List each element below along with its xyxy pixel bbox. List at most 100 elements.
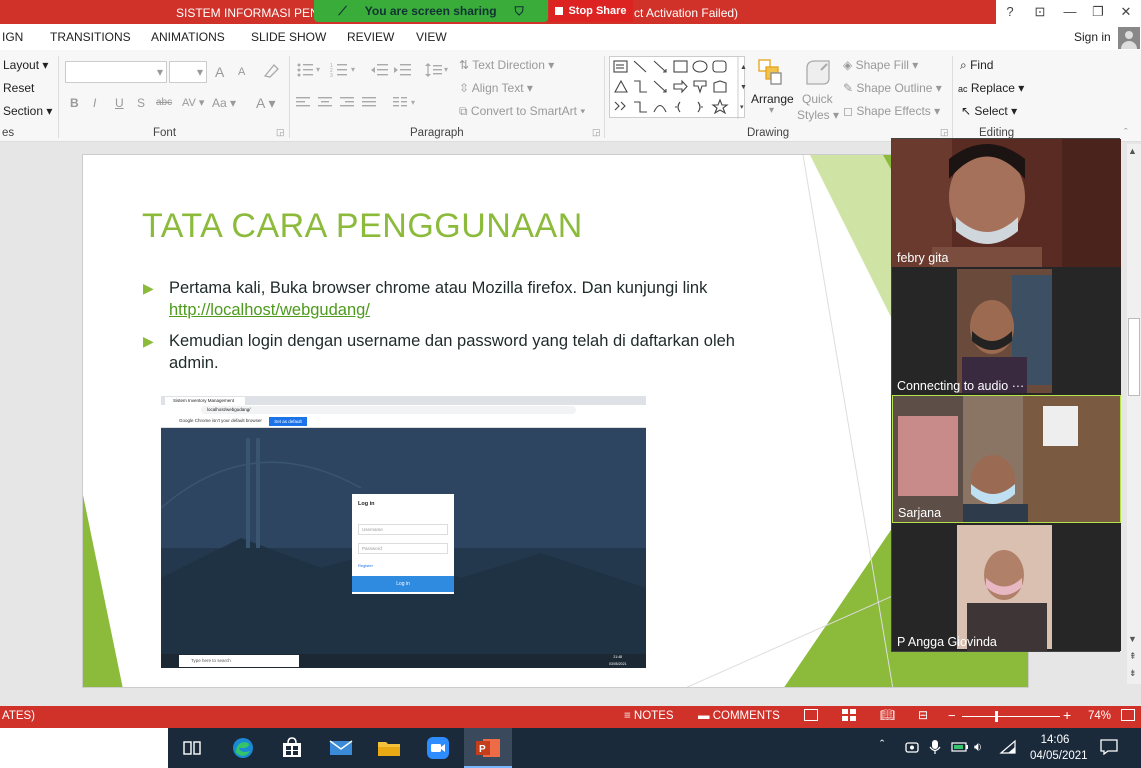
dialog-launcher-icon[interactable]: ◲: [592, 127, 601, 138]
tab-animations[interactable]: ANIMATIONS: [151, 30, 225, 44]
tab-view[interactable]: VIEW: [416, 30, 447, 44]
reset-button[interactable]: Reset: [3, 81, 34, 95]
slideshow-icon[interactable]: ⊟: [918, 708, 928, 722]
grow-font-button[interactable]: A: [215, 64, 224, 80]
text-direction-button[interactable]: ⇅ Text Direction ▾: [459, 58, 554, 72]
edge-icon[interactable]: [228, 734, 258, 762]
zoom-app-icon[interactable]: [423, 734, 453, 762]
quick-styles-button[interactable]: Quick: [802, 92, 833, 106]
bullet-item-2[interactable]: Kemudian login dengan username dan passw…: [169, 330, 809, 374]
font-name-combo[interactable]: ▾: [65, 61, 167, 83]
scroll-up-arrow-icon[interactable]: ▲: [1128, 146, 1137, 156]
taskbar-clock[interactable]: 14:06 04/05/2021: [1030, 732, 1088, 764]
mail-icon[interactable]: [326, 734, 356, 762]
slide-title[interactable]: TATA CARA PENGGUNAAN: [142, 207, 583, 246]
volume-icon[interactable]: 🔉︎: [974, 739, 982, 755]
task-view-icon[interactable]: [177, 734, 207, 762]
video-tile[interactable]: febry gita: [892, 139, 1121, 267]
shape-fill-button[interactable]: ◈ Shape Fill ▾: [843, 58, 918, 72]
columns-icon[interactable]: ▾: [393, 96, 421, 113]
arrange-icon[interactable]: [757, 58, 785, 91]
zoom-slider[interactable]: [962, 716, 1060, 717]
localhost-link[interactable]: http://localhost/webgudang/: [169, 301, 370, 319]
arrange-button[interactable]: Arrange: [751, 92, 794, 106]
shape-effects-button[interactable]: ◻ Shape Effects ▾: [843, 104, 940, 118]
login-screenshot-image[interactable]: Sistem Inventory Management localhost/we…: [161, 396, 646, 668]
file-explorer-icon[interactable]: [374, 734, 404, 762]
show-hidden-icons[interactable]: ˆ: [880, 737, 884, 752]
meet-now-icon[interactable]: [904, 739, 920, 758]
underline-button[interactable]: U: [115, 96, 124, 110]
zoom-out-icon[interactable]: −: [948, 708, 956, 723]
fit-slide-icon[interactable]: [1121, 709, 1135, 721]
justify-icon[interactable]: [362, 97, 378, 112]
stop-share-button[interactable]: Stop Share: [549, 0, 633, 22]
numbering-icon[interactable]: 1 2 3 ▾: [330, 62, 358, 81]
align-text-button[interactable]: ⇳ Align Text ▾: [459, 81, 533, 95]
section-button[interactable]: Section ▾: [3, 104, 52, 118]
maximize-button[interactable]: ❐: [1086, 2, 1110, 22]
slide-canvas[interactable]: TATA CARA PENGGUNAAN ▶ Pertama kali, Buk…: [82, 154, 1029, 688]
store-icon[interactable]: [277, 734, 307, 762]
minimize-button[interactable]: —: [1058, 2, 1082, 22]
increase-indent-icon[interactable]: [394, 63, 412, 80]
video-tile[interactable]: P Angga Giovinda: [892, 523, 1121, 651]
align-left-icon[interactable]: [296, 97, 312, 112]
select-button[interactable]: ↖ Select ▾: [961, 104, 1017, 118]
shape-outline-button[interactable]: ✎ Shape Outline ▾: [843, 81, 942, 95]
tab-transitions[interactable]: TRANSITIONS: [50, 30, 131, 44]
shapes-gallery[interactable]: ▲ ▼ ▾: [609, 56, 747, 119]
zoom-level[interactable]: 74%: [1088, 710, 1111, 722]
char-spacing-button[interactable]: AV ▾: [182, 96, 204, 109]
next-slide-icon[interactable]: ⇟: [1129, 668, 1137, 678]
collapse-ribbon-icon[interactable]: ˆ: [1124, 127, 1128, 139]
notes-button[interactable]: ≡ NOTES: [624, 710, 674, 722]
shrink-font-button[interactable]: A: [238, 66, 245, 78]
replace-button[interactable]: ac Replace ▾: [958, 81, 1024, 95]
editor-scrollbar[interactable]: [1127, 144, 1141, 684]
quick-styles-icon[interactable]: [803, 58, 833, 91]
find-button[interactable]: ⌕ Find: [960, 58, 993, 73]
bullets-icon[interactable]: ▾: [296, 62, 322, 81]
avatar[interactable]: [1118, 27, 1140, 49]
powerpoint-icon[interactable]: P: [473, 734, 503, 762]
line-spacing-icon[interactable]: ▾: [425, 62, 451, 81]
font-color-button[interactable]: A ▾: [256, 95, 276, 112]
tab-design[interactable]: IGN: [2, 30, 23, 44]
zoom-slider-thumb[interactable]: [995, 711, 998, 722]
tab-review[interactable]: REVIEW: [347, 30, 394, 44]
scroll-down-arrow-icon[interactable]: ▼: [1128, 634, 1137, 644]
change-case-button[interactable]: Aa ▾: [212, 96, 236, 110]
tab-slide-show[interactable]: SLIDE SHOW: [251, 30, 326, 44]
reading-view-icon[interactable]: 📖︎: [880, 708, 895, 722]
normal-view-icon[interactable]: [804, 709, 818, 721]
slide-sorter-icon[interactable]: [842, 709, 856, 724]
layout-button[interactable]: Layout ▾: [3, 58, 48, 72]
sign-in-link[interactable]: Sign in: [1074, 30, 1111, 44]
ribbon-display-button[interactable]: ⊡: [1028, 2, 1052, 22]
more-options-icon[interactable]: ···: [1012, 379, 1025, 393]
clear-format-icon[interactable]: [262, 62, 280, 83]
wifi-icon[interactable]: [999, 739, 1017, 758]
screen-share-indicator[interactable]: ⟋ You are screen sharing ⛉: [314, 0, 548, 22]
decrease-indent-icon[interactable]: [371, 63, 389, 80]
smartart-button[interactable]: ⧉ Convert to SmartArt ▾: [459, 104, 585, 119]
bullet-item-1[interactable]: Pertama kali, Buka browser chrome atau M…: [169, 277, 809, 321]
zoom-in-icon[interactable]: +: [1063, 707, 1071, 723]
close-button[interactable]: ✕: [1114, 2, 1138, 22]
microphone-icon[interactable]: [929, 739, 941, 758]
strikethrough-button[interactable]: abc: [156, 97, 172, 108]
align-right-icon[interactable]: [340, 97, 356, 112]
shadow-button[interactable]: S: [137, 96, 145, 110]
video-tile[interactable]: Connecting to audio ···: [892, 267, 1121, 395]
dialog-launcher-icon[interactable]: ◲: [940, 127, 949, 138]
battery-icon[interactable]: [951, 741, 969, 756]
dialog-launcher-icon[interactable]: ◲: [276, 127, 285, 138]
help-button[interactable]: ?: [998, 2, 1022, 22]
comments-button[interactable]: ▬ COMMENTS: [698, 710, 780, 722]
font-size-combo[interactable]: ▾: [169, 61, 207, 83]
italic-button[interactable]: I: [93, 96, 96, 110]
bold-button[interactable]: B: [70, 96, 79, 110]
scrollbar-thumb[interactable]: [1128, 318, 1140, 396]
align-center-icon[interactable]: [318, 97, 334, 112]
